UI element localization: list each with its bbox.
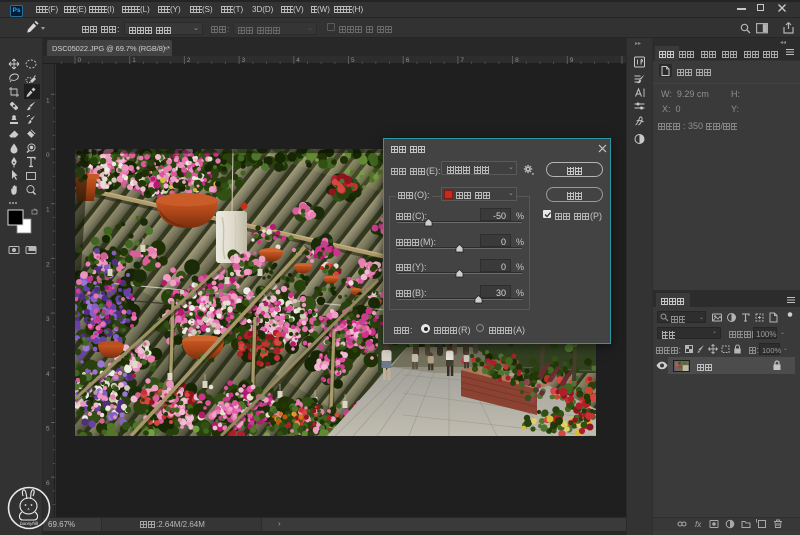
svg-text:3: 3 (46, 316, 50, 323)
svg-text:0: 0 (46, 152, 50, 159)
svg-text:3: 3 (242, 57, 246, 64)
svg-text:5: 5 (351, 57, 355, 64)
svg-text:9: 9 (570, 57, 574, 64)
svg-text:2: 2 (46, 261, 50, 268)
svg-text:5: 5 (46, 426, 50, 433)
svg-text:2: 2 (187, 57, 191, 64)
svg-text:1: 1 (46, 207, 50, 214)
svg-text:7: 7 (460, 57, 464, 64)
svg-text:4: 4 (296, 57, 300, 64)
svg-text:4: 4 (46, 371, 50, 378)
svg-text:bunnyhill: bunnyhill (20, 521, 39, 526)
svg-text:6: 6 (406, 57, 410, 64)
svg-text:fx: fx (695, 520, 702, 529)
svg-text:8: 8 (515, 57, 519, 64)
svg-text:0: 0 (78, 57, 82, 64)
svg-text:1: 1 (132, 57, 136, 64)
svg-text:1: 1 (46, 97, 50, 104)
